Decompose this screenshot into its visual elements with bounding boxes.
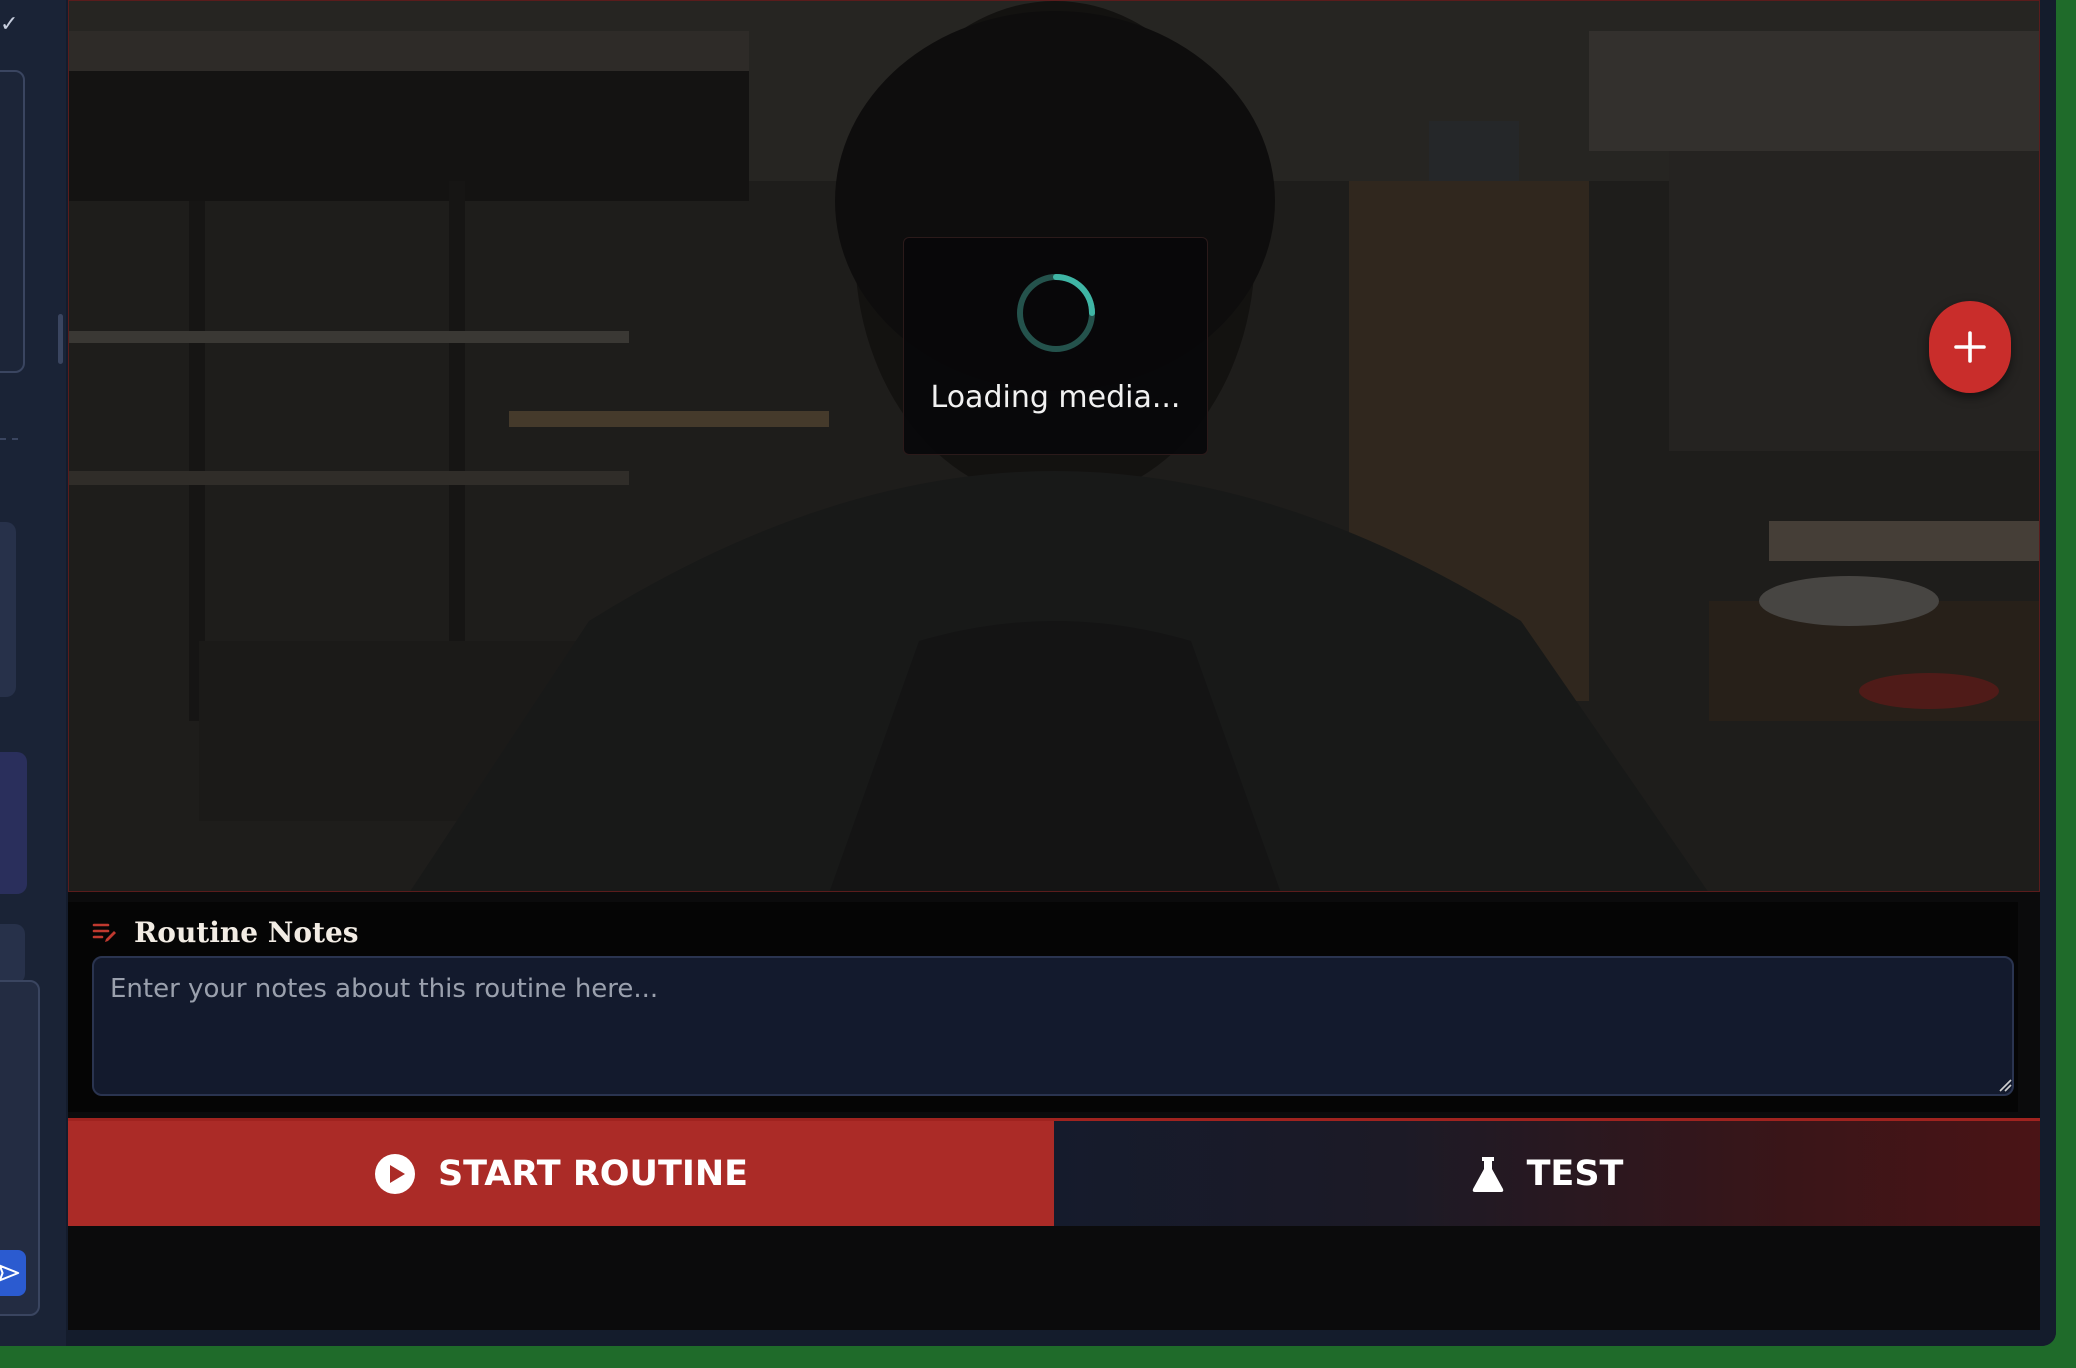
routine-notes-title: Routine Notes [134, 915, 359, 949]
resize-grip-icon[interactable] [1998, 1078, 2012, 1092]
sidebar-card[interactable] [0, 924, 25, 984]
play-circle-icon [374, 1153, 415, 1194]
sidebar-divider [0, 438, 18, 440]
edit-notes-icon [92, 923, 116, 942]
sidebar-card[interactable] [0, 522, 16, 697]
routine-notes-panel: Routine Notes [68, 902, 2018, 1112]
loading-overlay: Loading media... [903, 237, 1208, 455]
sidebar-card-selected[interactable] [0, 752, 27, 894]
start-routine-label: START ROUTINE [437, 1153, 749, 1194]
camera-preview: Loading media... [68, 0, 2040, 892]
plus-icon [1954, 331, 1986, 363]
routine-notes-textarea[interactable] [92, 956, 2014, 1096]
test-button[interactable]: TEST [1054, 1121, 2040, 1226]
main-content: Loading media... Routine Notes Enter you… [68, 0, 2040, 1330]
start-routine-button[interactable]: START ROUTINE [68, 1121, 1054, 1226]
bottom-spacer [68, 1226, 2040, 1330]
sidebar-scroll-handle[interactable] [58, 314, 63, 364]
check-icon: ✓ [0, 12, 19, 37]
send-button[interactable] [0, 1250, 26, 1296]
flask-icon [1472, 1156, 1503, 1192]
routine-action-bar: START ROUTINE TEST [68, 1118, 2040, 1226]
loading-spinner-icon [1016, 274, 1095, 352]
test-label: TEST [1526, 1153, 1624, 1194]
send-icon [0, 1264, 20, 1282]
window-right-edge [2040, 0, 2056, 1346]
app-window: ✓ Loading media... Routine Notes Enter y… [0, 0, 2056, 1346]
add-button[interactable] [1929, 301, 2011, 393]
routine-notes-header: Routine Notes [92, 912, 359, 952]
left-sidebar: ✓ [0, 0, 66, 1346]
loading-text: Loading media... [930, 380, 1181, 415]
sidebar-panel [0, 70, 25, 373]
